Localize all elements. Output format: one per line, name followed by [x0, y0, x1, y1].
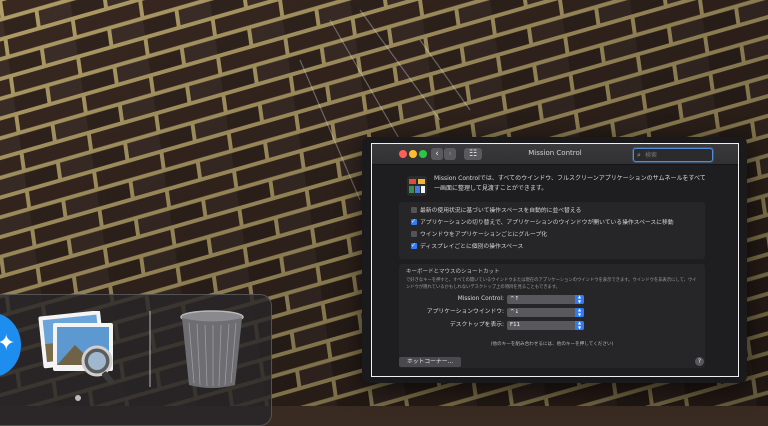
- popup-value: ^↓: [510, 309, 520, 315]
- options-group: 最新の使用状況に基づいて操作スペースを自動的に並べ替える アプリケーションの切り…: [399, 202, 705, 259]
- popup-arrows-icon: ▲ ▼: [575, 320, 584, 330]
- mission-control-preferences-window: ‹ › ☷ Mission Control ⌕ Mission Controlで…: [371, 143, 739, 377]
- checkbox[interactable]: [411, 230, 417, 237]
- popup-arrows-icon: ▲ ▼: [575, 307, 584, 317]
- shortcuts-heading: キーボードとマウスのショートカット: [406, 269, 500, 275]
- search-icon: ⌕: [637, 151, 641, 159]
- option-label: アプリケーションの切り替えで、アプリケーションのウインドウが開いている操作スペー…: [420, 220, 674, 226]
- option-label: ウインドウをアプリケーションごとにグループ化: [420, 232, 548, 238]
- option-group-by-app[interactable]: ウインドウをアプリケーションごとにグループ化: [411, 230, 547, 240]
- mission-control-shortcut-popup[interactable]: ^↑ ▲ ▼: [507, 294, 584, 304]
- option-auto-rearrange[interactable]: 最新の使用状況に基づいて操作スペースを自動的に並べ替える: [411, 206, 581, 216]
- popup-arrows-icon: ▲ ▼: [575, 294, 584, 304]
- search-input[interactable]: [645, 149, 707, 161]
- shortcuts-description: で好きなキーを押すと、すべての開いているウインドウまたは現在のアプリケーションの…: [406, 278, 697, 290]
- preview-app-icon[interactable]: [35, 311, 119, 385]
- checkbox[interactable]: [411, 206, 417, 213]
- running-indicator: [75, 395, 81, 401]
- popup-value: F11: [510, 322, 521, 328]
- description-text: Mission Controlでは、すべてのウインドウ、フルスクリーンアプリケー…: [434, 175, 706, 192]
- search-field[interactable]: ⌕: [633, 148, 713, 162]
- checkbox-checked[interactable]: [411, 241, 417, 251]
- option-label: 最新の使用状況に基づいて操作スペースを自動的に並べ替える: [420, 208, 582, 214]
- trash-icon[interactable]: [179, 309, 245, 389]
- shortcut-label-mission-control: Mission Control:: [457, 296, 504, 302]
- hot-corners-button[interactable]: ホットコーナー...: [399, 357, 461, 367]
- app-windows-shortcut-popup[interactable]: ^↓ ▲ ▼: [507, 307, 584, 317]
- shortcuts-group: キーボードとマウスのショートカット で好きなキーを押すと、すべての開いているウイ…: [399, 264, 705, 368]
- dock: ✦: [0, 294, 272, 426]
- shortcuts-note: (他のキーを組み合わせるには、他のキーを押してください): [490, 342, 614, 347]
- shortcut-label-show-desktop: デスクトップを表示:: [449, 322, 504, 328]
- show-desktop-shortcut-popup[interactable]: F11 ▲ ▼: [507, 320, 584, 330]
- checkbox-checked[interactable]: [411, 217, 417, 227]
- shortcut-label-app-windows: アプリケーションウインドウ:: [426, 309, 504, 315]
- option-switch-to-space[interactable]: アプリケーションの切り替えで、アプリケーションのウインドウが開いている操作スペー…: [411, 217, 674, 228]
- option-separate-spaces[interactable]: ディスプレイごとに個別の操作スペース: [411, 241, 524, 252]
- bird-icon: ✦: [0, 331, 16, 356]
- help-button[interactable]: ?: [695, 357, 704, 366]
- popup-value: ^↑: [510, 296, 520, 302]
- mission-control-icon: [407, 176, 427, 196]
- title-bar: ‹ › ☷ Mission Control ⌕: [372, 144, 738, 165]
- dock-separator: [149, 311, 151, 387]
- option-label: ディスプレイごとに個別の操作スペース: [420, 244, 524, 250]
